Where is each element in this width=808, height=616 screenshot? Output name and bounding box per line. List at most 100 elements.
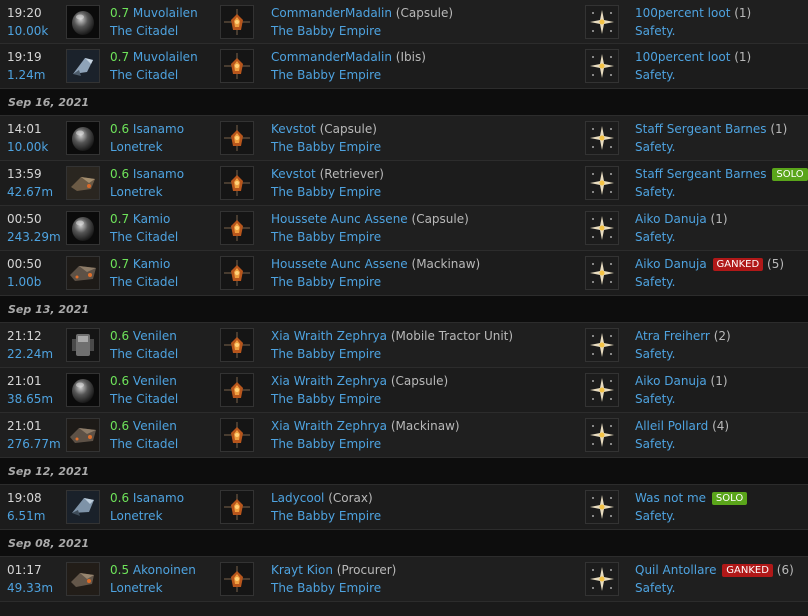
region-link[interactable]: The Citadel xyxy=(110,390,178,408)
system-link[interactable]: Muvolailen xyxy=(133,50,198,64)
final-blow-alliance-link[interactable]: Safety. xyxy=(635,228,676,246)
final-blow-pilot-link[interactable]: Was not me xyxy=(635,491,706,505)
victim-pilot-link[interactable]: Houssete Aunc Assene xyxy=(271,212,408,226)
corp-logo-icon[interactable] xyxy=(220,256,254,290)
kill-row[interactable]: 01:17 49.33m 0.5 Akonoinen Lonetrek Kray… xyxy=(0,557,808,602)
alliance-star-icon[interactable] xyxy=(585,328,619,362)
final-blow-pilot-link[interactable]: Aiko Danuja xyxy=(635,257,707,271)
victim-corp-link[interactable]: The Babby Empire xyxy=(271,138,381,156)
kill-row[interactable]: 14:01 10.00k 0.6 Isanamo Lonetrek Kevsto… xyxy=(0,116,808,161)
victim-pilot-link[interactable]: Kevstot xyxy=(271,122,316,136)
region-link[interactable]: The Citadel xyxy=(110,228,178,246)
final-blow-pilot-link[interactable]: 100percent loot xyxy=(635,50,730,64)
region-link[interactable]: Lonetrek xyxy=(110,579,163,597)
final-blow-pilot-link[interactable]: Aiko Danuja xyxy=(635,374,707,388)
corp-logo-icon[interactable] xyxy=(220,328,254,362)
kill-row[interactable]: 00:50 1.00b 0.7 Kamio The Citadel Housse… xyxy=(0,251,808,296)
alliance-star-icon[interactable] xyxy=(585,373,619,407)
victim-corp-link[interactable]: The Babby Empire xyxy=(271,390,381,408)
victim-corp-link[interactable]: The Babby Empire xyxy=(271,273,381,291)
victim-pilot-link[interactable]: Kevstot xyxy=(271,167,316,181)
retriever-icon[interactable] xyxy=(66,166,100,200)
alliance-star-icon[interactable] xyxy=(585,49,619,83)
final-blow-pilot-link[interactable]: Aiko Danuja xyxy=(635,212,707,226)
alliance-star-icon[interactable] xyxy=(585,562,619,596)
victim-pilot-link[interactable]: Krayt Kion xyxy=(271,563,333,577)
final-blow-pilot-link[interactable]: Alleil Pollard xyxy=(635,419,708,433)
victim-corp-link[interactable]: The Babby Empire xyxy=(271,435,381,453)
system-link[interactable]: Kamio xyxy=(133,212,170,226)
kill-row[interactable]: 13:59 42.67m 0.6 Isanamo Lonetrek Kevsto… xyxy=(0,161,808,206)
kill-row[interactable]: 19:08 6.51m 0.6 Isanamo Lonetrek Ladycoo… xyxy=(0,485,808,530)
kill-row[interactable]: 19:19 1.24m 0.7 Muvolailen The Citadel C… xyxy=(0,44,808,89)
corp-logo-icon[interactable] xyxy=(220,166,254,200)
mackinaw-icon[interactable] xyxy=(66,418,100,452)
system-link[interactable]: Isanamo xyxy=(133,167,184,181)
final-blow-alliance-link[interactable]: Safety. xyxy=(635,273,676,291)
final-blow-pilot-link[interactable]: Quil Antollare xyxy=(635,563,716,577)
victim-pilot-link[interactable]: Xia Wraith Zephrya xyxy=(271,374,387,388)
kill-row[interactable]: 00:50 243.29m 0.7 Kamio The Citadel Hous… xyxy=(0,206,808,251)
victim-corp-link[interactable]: The Babby Empire xyxy=(271,66,381,84)
alliance-star-icon[interactable] xyxy=(585,211,619,245)
procurer-icon[interactable] xyxy=(66,562,100,596)
region-link[interactable]: The Citadel xyxy=(110,22,178,40)
victim-pilot-link[interactable]: Houssete Aunc Assene xyxy=(271,257,408,271)
capsule-icon[interactable] xyxy=(66,5,100,39)
kill-row[interactable]: 19:20 10.00k 0.7 Muvolailen The Citadel … xyxy=(0,0,808,44)
victim-pilot-link[interactable]: CommanderMadalin xyxy=(271,6,392,20)
corp-logo-icon[interactable] xyxy=(220,418,254,452)
capsule-icon[interactable] xyxy=(66,211,100,245)
alliance-star-icon[interactable] xyxy=(585,418,619,452)
system-link[interactable]: Isanamo xyxy=(133,122,184,136)
final-blow-pilot-link[interactable]: Staff Sergeant Barnes xyxy=(635,122,767,136)
region-link[interactable]: Lonetrek xyxy=(110,138,163,156)
victim-corp-link[interactable]: The Babby Empire xyxy=(271,507,381,525)
corp-logo-icon[interactable] xyxy=(220,121,254,155)
corp-logo-icon[interactable] xyxy=(220,373,254,407)
victim-corp-link[interactable]: The Babby Empire xyxy=(271,579,381,597)
region-link[interactable]: The Citadel xyxy=(110,345,178,363)
corp-logo-icon[interactable] xyxy=(220,211,254,245)
alliance-star-icon[interactable] xyxy=(585,256,619,290)
final-blow-alliance-link[interactable]: Safety. xyxy=(635,345,676,363)
ibis-icon[interactable] xyxy=(66,49,100,83)
final-blow-alliance-link[interactable]: Safety. xyxy=(635,435,676,453)
capsule-icon[interactable] xyxy=(66,121,100,155)
system-link[interactable]: Venilen xyxy=(133,329,177,343)
mobile-tractor-unit-icon[interactable] xyxy=(66,328,100,362)
kill-row[interactable]: 21:12 22.24m 0.6 Venilen The Citadel Xia… xyxy=(0,323,808,368)
mackinaw-icon[interactable] xyxy=(66,256,100,290)
region-link[interactable]: The Citadel xyxy=(110,66,178,84)
alliance-star-icon[interactable] xyxy=(585,121,619,155)
victim-corp-link[interactable]: The Babby Empire xyxy=(271,345,381,363)
victim-corp-link[interactable]: The Babby Empire xyxy=(271,22,381,40)
system-link[interactable]: Isanamo xyxy=(133,491,184,505)
system-link[interactable]: Venilen xyxy=(133,374,177,388)
corp-logo-icon[interactable] xyxy=(220,49,254,83)
system-link[interactable]: Muvolailen xyxy=(133,6,198,20)
final-blow-alliance-link[interactable]: Safety. xyxy=(635,183,676,201)
victim-pilot-link[interactable]: Xia Wraith Zephrya xyxy=(271,329,387,343)
corp-logo-icon[interactable] xyxy=(220,562,254,596)
final-blow-alliance-link[interactable]: Safety. xyxy=(635,138,676,156)
final-blow-alliance-link[interactable]: Safety. xyxy=(635,390,676,408)
victim-corp-link[interactable]: The Babby Empire xyxy=(271,183,381,201)
system-link[interactable]: Akonoinen xyxy=(133,563,196,577)
region-link[interactable]: Lonetrek xyxy=(110,507,163,525)
final-blow-alliance-link[interactable]: Safety. xyxy=(635,22,676,40)
capsule-icon[interactable] xyxy=(66,373,100,407)
final-blow-alliance-link[interactable]: Safety. xyxy=(635,66,676,84)
corp-logo-icon[interactable] xyxy=(220,5,254,39)
victim-pilot-link[interactable]: CommanderMadalin xyxy=(271,50,392,64)
system-link[interactable]: Venilen xyxy=(133,419,177,433)
final-blow-pilot-link[interactable]: 100percent loot xyxy=(635,6,730,20)
alliance-star-icon[interactable] xyxy=(585,5,619,39)
final-blow-pilot-link[interactable]: Atra Freiherr xyxy=(635,329,710,343)
region-link[interactable]: The Citadel xyxy=(110,273,178,291)
victim-corp-link[interactable]: The Babby Empire xyxy=(271,228,381,246)
system-link[interactable]: Kamio xyxy=(133,257,170,271)
corp-logo-icon[interactable] xyxy=(220,490,254,524)
alliance-star-icon[interactable] xyxy=(585,490,619,524)
victim-pilot-link[interactable]: Ladycool xyxy=(271,491,324,505)
